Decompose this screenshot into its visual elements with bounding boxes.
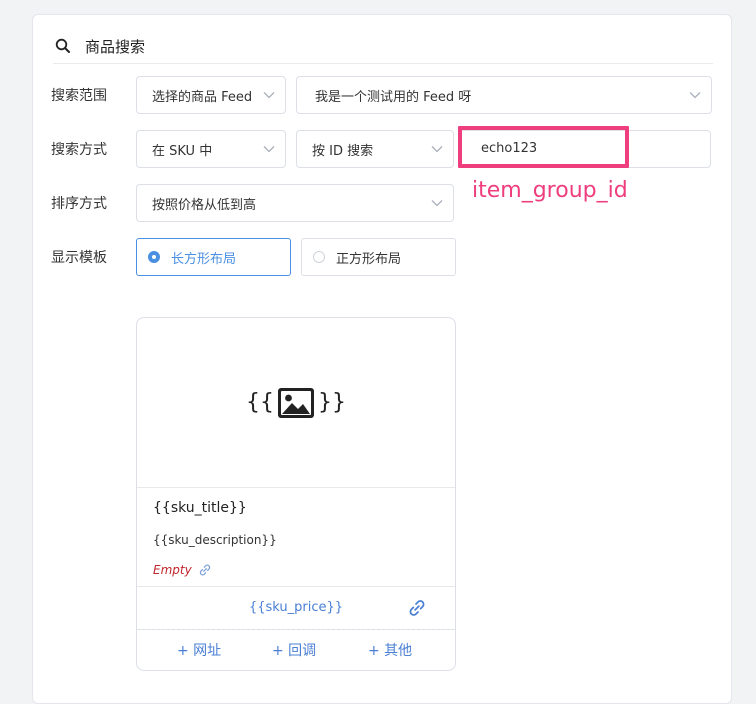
search-icon bbox=[55, 38, 70, 53]
radio-selected-icon bbox=[148, 251, 160, 263]
search-by-select-value: 按 ID 搜索 bbox=[312, 143, 374, 159]
display-template-label: 显示模板 bbox=[51, 250, 107, 266]
radio-rectangle-layout-label: 长方形布局 bbox=[171, 251, 237, 267]
brace-close: }} bbox=[318, 390, 346, 415]
card-image-area: {{ }} bbox=[137, 318, 455, 488]
sort-select[interactable]: 按照价格从低到高 bbox=[136, 184, 454, 222]
image-icon bbox=[278, 387, 314, 418]
search-scope-select[interactable]: 在 SKU 中 bbox=[136, 130, 286, 168]
card-actions: + 网址 + 回调 + 其他 bbox=[137, 629, 455, 670]
panel-title: 商品搜索 bbox=[85, 37, 146, 56]
search-scope-label: 搜索范围 bbox=[51, 88, 107, 104]
highlight-box bbox=[458, 126, 629, 168]
chevron-down-icon bbox=[431, 200, 443, 207]
price-link-icon[interactable] bbox=[407, 598, 427, 618]
search-method-label: 搜索方式 bbox=[51, 142, 107, 158]
panel-header: 商品搜索 bbox=[53, 29, 713, 64]
sort-select-value: 按照价格从低到高 bbox=[152, 197, 257, 213]
sort-label: 排序方式 bbox=[51, 196, 107, 212]
feed-type-select[interactable]: 选择的商品 Feed bbox=[136, 76, 286, 114]
brace-open: {{ bbox=[246, 390, 274, 415]
radio-unselected-icon bbox=[313, 251, 325, 263]
feed-type-select-value: 选择的商品 Feed bbox=[152, 89, 253, 105]
card-price-row: {{sku_price}} bbox=[137, 586, 455, 630]
annotation-label: item_group_id bbox=[472, 178, 628, 203]
radio-square-layout[interactable]: 正方形布局 bbox=[301, 238, 456, 276]
radio-rectangle-layout[interactable]: 长方形布局 bbox=[136, 238, 291, 276]
product-card-preview: {{ }} {{sku_title}} {{sku_description}} … bbox=[136, 317, 456, 671]
chevron-down-icon bbox=[689, 92, 701, 99]
empty-label: Empty bbox=[153, 563, 192, 577]
add-url-button[interactable]: + 网址 bbox=[177, 630, 221, 670]
card-title: {{sku_title}} bbox=[153, 500, 247, 516]
add-callback-button[interactable]: + 回调 bbox=[272, 630, 316, 670]
feed-select-value: 我是一个测试用的 Feed 呀 bbox=[315, 89, 472, 105]
chevron-down-icon bbox=[431, 146, 443, 153]
search-scope-select-value: 在 SKU 中 bbox=[152, 143, 213, 159]
add-other-button[interactable]: + 其他 bbox=[368, 630, 412, 670]
feed-select[interactable]: 我是一个测试用的 Feed 呀 bbox=[296, 76, 712, 114]
chevron-down-icon bbox=[263, 146, 275, 153]
link-icon bbox=[199, 564, 210, 576]
card-empty-link[interactable]: Empty bbox=[153, 563, 212, 577]
search-by-select[interactable]: 按 ID 搜索 bbox=[296, 130, 454, 168]
card-description: {{sku_description}} bbox=[153, 533, 277, 547]
chevron-down-icon bbox=[263, 92, 275, 99]
radio-square-layout-label: 正方形布局 bbox=[336, 251, 402, 267]
